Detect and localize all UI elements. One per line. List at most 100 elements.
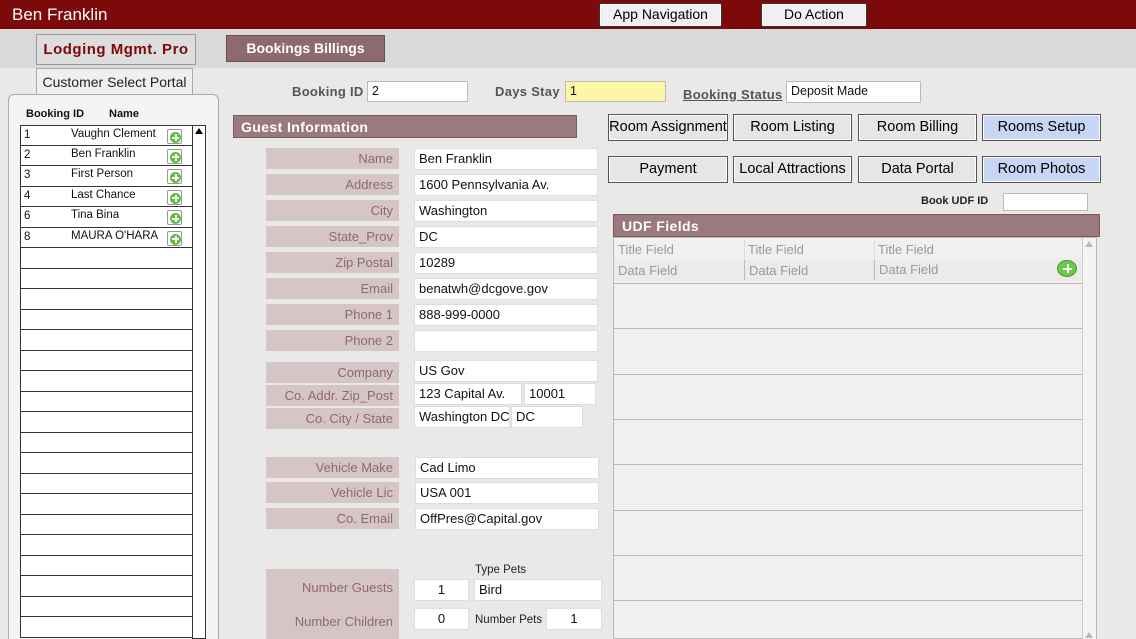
booking-list-row[interactable] [20,596,193,617]
booking-id-field[interactable]: 2 [367,81,468,102]
room-listing-button[interactable]: Room Listing [733,114,852,141]
udf-data-divider [744,260,745,280]
booking-list-row[interactable] [20,309,193,330]
number-guests-label-text: Number Guests [301,580,393,595]
udf-scrollbar[interactable] [1082,238,1096,639]
booking-list-row[interactable] [20,576,193,597]
co-state-field[interactable]: DC [511,406,583,428]
booking-list-row[interactable] [20,514,193,535]
room-billing-button[interactable]: Room Billing [858,114,977,141]
booking-list-row[interactable] [20,371,193,392]
udf-title-field: Title Field [878,242,934,257]
booking-list-id: 1 [24,129,31,141]
room-photos-button[interactable]: Room Photos [982,156,1101,183]
booking-list-row[interactable]: 6 Tina Bina [20,207,193,228]
plus-circle-icon [170,132,181,143]
booking-list-id: 6 [24,210,31,222]
booking-list-name: Tina Bina [71,209,120,221]
zip-postal-field[interactable]: 10289 [414,252,598,274]
booking-list-row[interactable] [20,453,193,474]
booking-list-scrollbar[interactable] [192,125,206,639]
number-pets-field[interactable]: 1 [546,608,602,630]
udf-row-divider [614,419,1082,420]
booking-id-label: Booking ID [292,84,364,99]
booking-list-row[interactable]: 1 Vaughn Clement [20,125,193,146]
city-field[interactable]: Washington [414,200,598,222]
address-field[interactable]: 1600 Pennsylvania Av. [414,174,598,196]
udf-add-icon[interactable] [1057,260,1077,277]
do-action-button[interactable]: Do Action [761,3,867,27]
add-icon[interactable] [167,129,182,144]
local-attractions-button[interactable]: Local Attractions [733,156,852,183]
book-udf-id-field[interactable] [1003,193,1088,211]
booking-list-row[interactable] [20,248,193,269]
booking-list-row[interactable] [20,473,193,494]
co-email-field[interactable]: OffPres@Capital.gov [415,508,599,530]
rooms-setup-button[interactable]: Rooms Setup [982,114,1101,141]
booking-status-field[interactable]: Deposit Made [786,81,921,103]
name-field[interactable]: Ben Franklin [414,148,598,170]
udf-data-field[interactable]: Data Field [879,262,938,277]
booking-list-row[interactable] [20,330,193,351]
number-pets-label: Number Pets [475,614,543,626]
add-icon[interactable] [167,230,182,246]
tab-lodging-mgmt-pro[interactable]: Lodging Mgmt. Pro [36,34,196,65]
udf-data-field[interactable]: Data Field [749,263,808,278]
booking-list-row[interactable]: 3 First Person [20,166,193,187]
udf-title-field: Title Field [748,242,804,257]
payment-button[interactable]: Payment [608,156,728,183]
udf-data-field[interactable]: Data Field [618,263,677,278]
udf-fields-portal [613,237,1097,639]
scroll-up-arrow-icon[interactable] [195,128,203,134]
udf-title-divider [874,240,875,258]
vehicle-lic-label: Vehicle Lic [266,482,399,503]
phone2-field[interactable] [414,330,598,352]
booking-list-row[interactable] [20,555,193,576]
booking-status-link[interactable]: Booking Status [683,87,783,102]
booking-list-row[interactable] [20,350,193,371]
address-label: Address [266,174,399,195]
booking-list-row[interactable] [20,432,193,453]
udf-fields-header: UDF Fields [613,214,1100,237]
udf-data-divider [874,260,875,280]
email-field[interactable]: benatwh@dcgove.gov [414,278,598,300]
booking-list-row[interactable] [20,268,193,289]
booking-list-row[interactable] [20,289,193,310]
vehicle-lic-field[interactable]: USA 001 [415,482,599,504]
booking-list-row[interactable]: 4 Last Chance [20,186,193,207]
add-icon[interactable] [167,189,182,205]
data-portal-button[interactable]: Data Portal [858,156,977,183]
phone1-field[interactable]: 888-999-0000 [414,304,598,326]
booking-list-row[interactable] [20,494,193,515]
booking-list-row[interactable] [20,391,193,412]
booking-list-row[interactable]: 8 MAURA O'HARA [20,227,193,248]
vehicle-make-field[interactable]: Cad Limo [415,457,599,479]
co-address-field[interactable]: 123 Capital Av. [414,383,522,405]
list-header-name: Name [109,108,139,120]
type-pets-field[interactable]: Bird [474,579,602,601]
company-field[interactable]: US Gov [414,360,598,382]
booking-list-row[interactable] [20,617,193,638]
days-stay-field[interactable]: 1 [565,81,666,102]
udf-data-row [614,259,1082,281]
add-icon[interactable] [167,148,182,164]
number-guests-field[interactable]: 1 [414,579,469,601]
udf-scroll-down-arrow-icon[interactable] [1085,632,1093,638]
state-prov-field[interactable]: DC [414,226,598,248]
booking-list-row[interactable] [20,412,193,433]
udf-scroll-up-arrow-icon[interactable] [1085,241,1093,247]
app-navigation-button[interactable]: App Navigation [599,3,722,27]
number-children-label: Number Children [294,614,393,629]
booking-list-row[interactable]: 2 Ben Franklin [20,145,193,166]
co-zip-field[interactable]: 10001 [524,383,596,405]
state-prov-label: State_Prov [266,226,399,247]
room-assignment-button[interactable]: Room Assignment [608,114,728,141]
co-city-field[interactable]: Washington DC [414,406,510,428]
add-icon[interactable] [167,210,182,225]
number-children-field[interactable]: 0 [414,608,469,630]
tab-customer-select-portal[interactable]: Customer Select Portal [36,68,193,94]
booking-list-row[interactable] [20,535,193,556]
add-icon[interactable] [167,169,182,184]
booking-list-id: 3 [24,169,31,181]
tab-bookings-billings[interactable]: Bookings Billings [226,35,385,62]
